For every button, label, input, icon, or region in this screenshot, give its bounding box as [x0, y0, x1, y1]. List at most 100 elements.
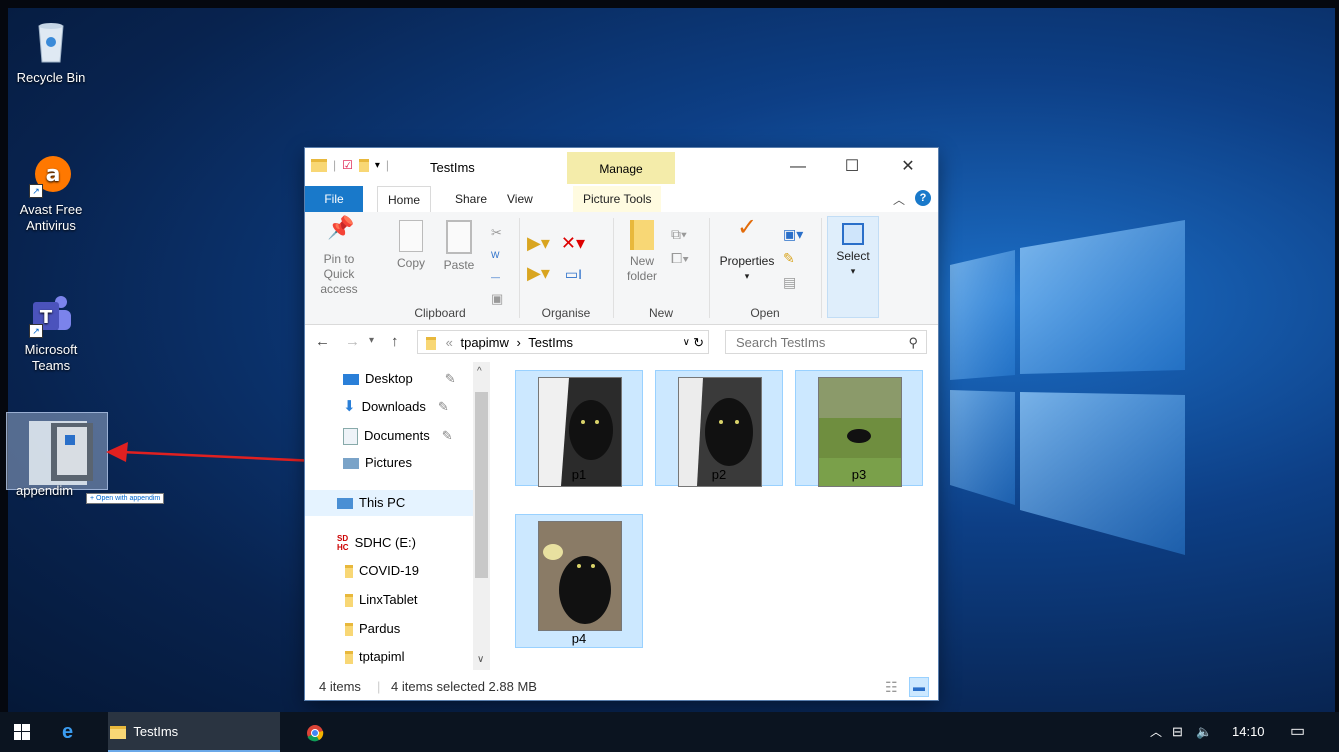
details-view-icon[interactable]: ☷	[885, 674, 898, 700]
tab-home[interactable]: Home	[377, 186, 432, 214]
file-name: p4	[571, 631, 587, 646]
avast-icon: a ↗	[27, 150, 75, 198]
nav-item-linxtablet[interactable]: LinxTablet	[345, 587, 418, 613]
recent-locations-icon[interactable]: ▾	[369, 335, 374, 346]
network-icon[interactable]: ⊟	[1172, 712, 1183, 752]
file-tile-p1[interactable]: p1	[515, 370, 643, 487]
chrome-icon[interactable]	[306, 712, 324, 752]
drag-tooltip: + Open with appendim	[86, 493, 165, 504]
new-folder-qat-icon[interactable]	[358, 158, 369, 172]
desktop-icon-label-appendim[interactable]: appendim	[16, 483, 73, 498]
large-icons-view-icon[interactable]: ▬	[909, 677, 929, 697]
new-folder-button[interactable]: New folder	[617, 220, 667, 284]
scroll-down-icon[interactable]: ∨	[477, 654, 484, 665]
copy-to-icon[interactable]: ▶▾	[527, 263, 550, 283]
copy-button[interactable]: Copy	[391, 220, 431, 271]
window-title: TestIms	[430, 160, 475, 175]
forward-icon[interactable]: →	[345, 333, 360, 350]
file-tile-p4[interactable]: p4	[515, 514, 643, 648]
svg-text:a: a	[46, 162, 61, 187]
title-bar[interactable]: | ☑ ▾ | TestIms Manage — ☐ ✕	[305, 148, 938, 186]
customize-qat-icon[interactable]: ▾	[375, 160, 380, 171]
nav-item-sdhc[interactable]: SD HC SDHC (E:)	[337, 530, 416, 556]
up-icon[interactable]: ↑	[391, 333, 399, 350]
desktop-icon-avast[interactable]: a ↗ Avast Free Antivirus	[6, 150, 96, 234]
quick-access-toolbar: | ☑ ▾ |	[311, 158, 389, 172]
folder-icon	[311, 158, 327, 172]
refresh-icon[interactable]: ↻	[693, 331, 704, 355]
properties-qat-icon[interactable]: ☑	[342, 158, 353, 172]
nav-item-downloads[interactable]: ⬇ Downloads ✎	[343, 394, 449, 420]
file-name: p1	[571, 467, 587, 482]
nav-item-tptapiml[interactable]: tptapiml	[345, 644, 405, 670]
tab-view[interactable]: View	[497, 186, 543, 212]
folder-icon	[345, 593, 353, 607]
rename-icon[interactable]: ▭I	[565, 266, 582, 282]
easy-access-icon[interactable]: ⧠▾	[671, 246, 689, 270]
tab-share[interactable]: Share	[445, 186, 497, 212]
pin-icon: ✎	[444, 371, 456, 386]
nav-scrollbar-thumb[interactable]	[475, 392, 488, 578]
edge-icon[interactable]: e	[62, 712, 73, 752]
desktop-icon-teams[interactable]: T ↗ Microsoft Teams	[6, 290, 96, 374]
screen-edge-right	[1335, 0, 1339, 712]
move-to-icon[interactable]: ▶▾	[527, 233, 550, 253]
collapse-ribbon-icon[interactable]: ︿	[893, 191, 905, 208]
copy-icon	[399, 220, 423, 252]
breadcrumb-root[interactable]: tpapimw	[460, 335, 508, 350]
properties-button[interactable]: ✓ Properties ▾	[715, 214, 779, 284]
shortcut-arrow-icon: ↗	[29, 184, 43, 198]
edit-icon[interactable]: ✎	[783, 246, 803, 270]
teams-icon: T ↗	[27, 290, 75, 338]
copy-path-icon[interactable]: W—	[491, 244, 507, 288]
taskbar-item-testims-content[interactable]: TestIms	[110, 712, 178, 752]
delete-icon[interactable]: ✕▾	[561, 233, 585, 253]
nav-item-covid-19[interactable]: COVID-19	[345, 558, 419, 584]
back-icon[interactable]: ←	[315, 333, 330, 350]
scroll-up-icon[interactable]: ^	[477, 366, 482, 377]
group-label-organise: Organise	[541, 306, 591, 320]
paste-button[interactable]: Paste	[439, 220, 479, 273]
nav-item-desktop[interactable]: Desktop ✎	[343, 366, 456, 392]
paste-icon	[446, 220, 472, 254]
desktop-icon	[343, 373, 359, 385]
pin-to-quick-access-button[interactable]: 📌 Pin to Quick access	[309, 217, 369, 297]
image-thumbnail	[538, 521, 622, 631]
start-button[interactable]	[14, 712, 30, 752]
nav-item-documents[interactable]: Documents ✎	[343, 423, 453, 449]
new-item-icon[interactable]: ⧉▾	[671, 222, 689, 246]
volume-icon[interactable]: 🔈	[1196, 712, 1212, 752]
file-tile-p3[interactable]: p3	[795, 370, 923, 487]
tab-file[interactable]: File	[305, 186, 363, 212]
minimize-button[interactable]: —	[775, 154, 821, 180]
breadcrumb-current[interactable]: TestIms	[528, 335, 573, 350]
nav-item-pictures[interactable]: Pictures	[343, 450, 412, 476]
maximize-button[interactable]: ☐	[829, 154, 875, 180]
action-center-icon[interactable]: ▭	[1290, 712, 1305, 752]
tab-manage[interactable]: Manage	[567, 152, 675, 184]
item-count: 4 items	[319, 679, 361, 694]
documents-icon	[343, 427, 358, 445]
select-button[interactable]: Select ▾	[827, 216, 879, 318]
close-button[interactable]: ✕	[885, 154, 931, 180]
nav-item-pardus[interactable]: Pardus	[345, 616, 400, 642]
cut-icon[interactable]: ✂	[491, 222, 507, 244]
address-dropdown-icon[interactable]: ∨	[683, 331, 690, 355]
properties-icon: ✓	[736, 214, 758, 241]
help-icon[interactable]: ?	[915, 190, 931, 206]
organise-buttons: ▶▾ ✕▾ ▶▾ ▭I	[527, 228, 585, 289]
file-tile-p2[interactable]: p2	[655, 370, 783, 487]
clock[interactable]: 14:10	[1232, 712, 1265, 752]
open-icon[interactable]: ▣▾	[783, 222, 803, 246]
status-bar: 4 items | 4 items selected 2.88 MB ☷ ▬	[305, 674, 938, 700]
history-icon[interactable]: ▤	[783, 270, 803, 294]
show-hidden-icons-icon[interactable]: ︿	[1150, 712, 1162, 752]
drag-ghost	[6, 412, 108, 490]
pin-icon: ✎	[441, 428, 453, 443]
nav-item-this-pc[interactable]: This PC	[305, 490, 473, 516]
search-input[interactable]: Search TestIms ⚲	[725, 330, 927, 354]
tab-picture-tools[interactable]: Picture Tools	[573, 186, 662, 212]
desktop-icon-recycle-bin[interactable]: Recycle Bin	[6, 18, 96, 86]
ribbon-separator	[613, 218, 614, 318]
address-input[interactable]: « tpapimw › TestIms ∨ ↻	[417, 330, 709, 354]
